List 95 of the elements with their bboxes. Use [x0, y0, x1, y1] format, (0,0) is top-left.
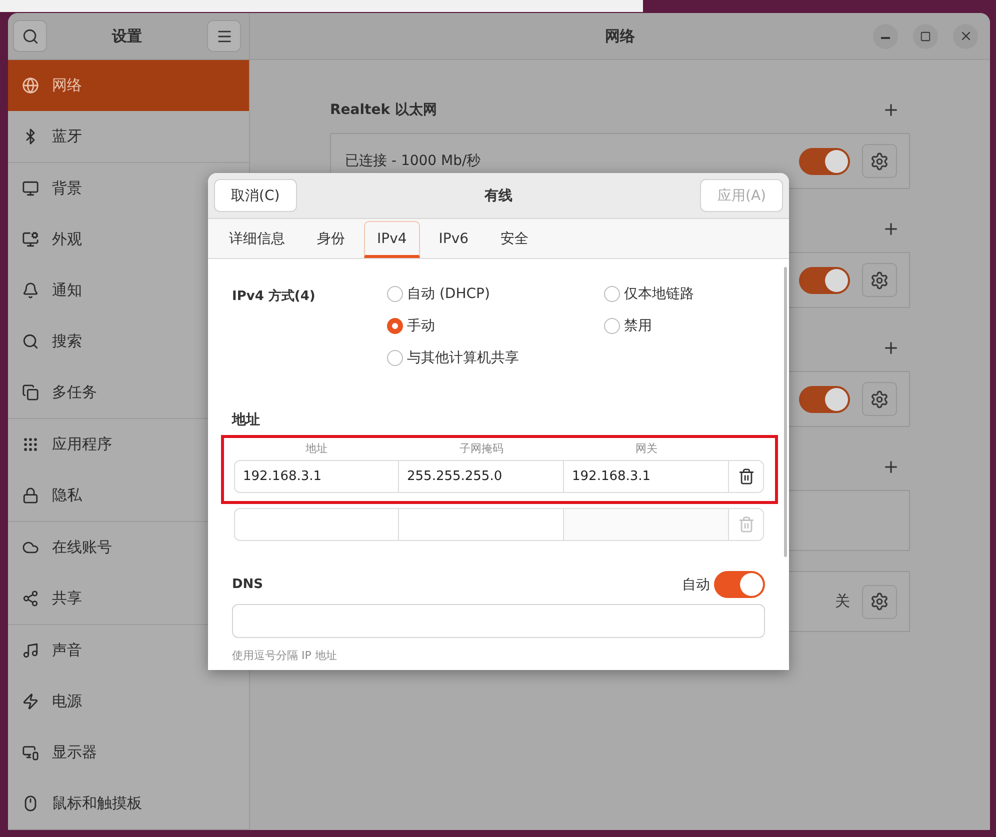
lightning-icon [22, 693, 39, 710]
trash-icon [738, 516, 754, 533]
tab[interactable]: 详细信息 [216, 221, 298, 258]
plus-icon [882, 220, 900, 238]
section-label: DNS [232, 577, 264, 592]
close-button[interactable] [953, 24, 978, 48]
address-field[interactable] [399, 508, 564, 541]
lock-icon [22, 487, 39, 504]
globe-icon [22, 77, 39, 94]
settings-icon [870, 270, 889, 290]
search-icon [22, 333, 39, 350]
tab[interactable]: IPv6 [426, 221, 482, 258]
radio-option[interactable]: 手动 [387, 317, 604, 335]
settings-icon [870, 592, 889, 611]
settings-icon [870, 152, 889, 170]
dns-field[interactable] [232, 604, 765, 638]
toggle-switch[interactable] [799, 148, 850, 174]
maximize-button[interactable] [913, 24, 938, 48]
delete-button[interactable] [729, 460, 764, 493]
settings-button[interactable] [862, 584, 897, 618]
radio-button[interactable] [604, 286, 620, 302]
tab[interactable]: 安全 [488, 221, 542, 258]
mouse-icon [22, 795, 39, 812]
radio-option[interactable]: 禁用 [604, 317, 764, 335]
sidebar-item[interactable]: 鼠标和触摸板 [8, 778, 249, 829]
windows-icon [22, 384, 39, 401]
monitor-icon [22, 231, 39, 248]
grid-icon [22, 436, 39, 453]
tab[interactable]: IPv4 [364, 221, 420, 258]
sidebar-item[interactable]: 在线账号 [8, 522, 249, 573]
address-field[interactable] [564, 508, 729, 541]
toggle-switch[interactable] [799, 386, 850, 412]
cloud-icon [22, 539, 39, 556]
sidebar-item[interactable]: 搜索 [8, 316, 249, 367]
column-header: 地址 [304, 441, 328, 456]
address-field[interactable]: 255.255.255.0 [399, 460, 564, 493]
hint-text: 使用逗号分隔 IP 地址 [232, 648, 338, 663]
option-label: 与其他计算机共享 [407, 349, 519, 367]
toggle-switch[interactable] [714, 571, 765, 598]
bell-icon [22, 282, 39, 299]
settings-button[interactable] [862, 144, 897, 178]
monitor-icon [22, 180, 39, 197]
sidebar-item[interactable]: 电源 [8, 676, 249, 727]
menu-button[interactable] [207, 20, 241, 52]
cancel-button[interactable]: 取消(C) [214, 179, 297, 212]
sidebar-item[interactable]: 网络 [8, 60, 249, 111]
method-label: IPv4 方式(4) [232, 288, 316, 306]
settings-icon [870, 390, 889, 408]
radio-button[interactable] [604, 318, 620, 334]
sidebar-item[interactable]: 蓝牙 [8, 111, 249, 162]
radio-button[interactable] [387, 318, 403, 334]
section-title: Realtek 以太网 [330, 101, 437, 119]
plus-icon [882, 339, 900, 357]
option-label: 自动 (DHCP) [407, 285, 490, 303]
toggle-switch[interactable] [799, 266, 850, 294]
radio-option[interactable]: 仅本地链路 [604, 285, 764, 303]
settings-button[interactable] [862, 382, 897, 416]
radio-button[interactable] [387, 286, 403, 302]
address-field[interactable] [234, 508, 399, 541]
dialog-title: 有线 [484, 186, 512, 204]
connection-status: 已连接 - 1000 Mb/秒 [345, 152, 481, 170]
address-field[interactable]: 192.168.3.1 [564, 460, 729, 493]
search-button[interactable] [13, 20, 47, 52]
column-header: 子网掩码 [458, 441, 504, 456]
window-title: 设置 [112, 26, 142, 46]
page-title: 网络 [605, 26, 635, 46]
sidebar-item[interactable]: 显示器 [8, 727, 249, 778]
column-header: 网关 [634, 441, 658, 456]
radio-option[interactable]: 自动 (DHCP) [387, 285, 604, 303]
settings-button[interactable] [862, 263, 897, 297]
connection-state: 关 [835, 592, 850, 611]
option-label: 手动 [407, 317, 435, 335]
plus-icon [882, 101, 900, 119]
auto-label: 自动 [682, 576, 710, 594]
scrollbar[interactable] [784, 267, 787, 557]
share-icon [22, 590, 39, 607]
add-button[interactable] [882, 101, 900, 119]
radio-option[interactable]: 与其他计算机共享 [387, 349, 604, 367]
music-note-icon [22, 642, 39, 659]
maximize-icon [920, 30, 931, 42]
search-icon [22, 28, 38, 44]
minimize-icon [881, 37, 890, 39]
add-button[interactable] [882, 458, 900, 476]
plus-icon [882, 458, 900, 476]
option-label: 禁用 [624, 317, 652, 335]
add-button[interactable] [882, 339, 900, 357]
tab[interactable]: 身份 [304, 221, 358, 258]
radio-button[interactable] [387, 350, 403, 366]
minimize-button[interactable] [873, 24, 898, 48]
option-label: 仅本地链路 [624, 285, 694, 303]
add-button[interactable] [882, 220, 900, 238]
address-field[interactable]: 192.168.3.1 [234, 460, 399, 493]
trash-icon [738, 468, 754, 485]
section-label: 地址 [232, 411, 261, 429]
monitor-icon [22, 744, 39, 761]
